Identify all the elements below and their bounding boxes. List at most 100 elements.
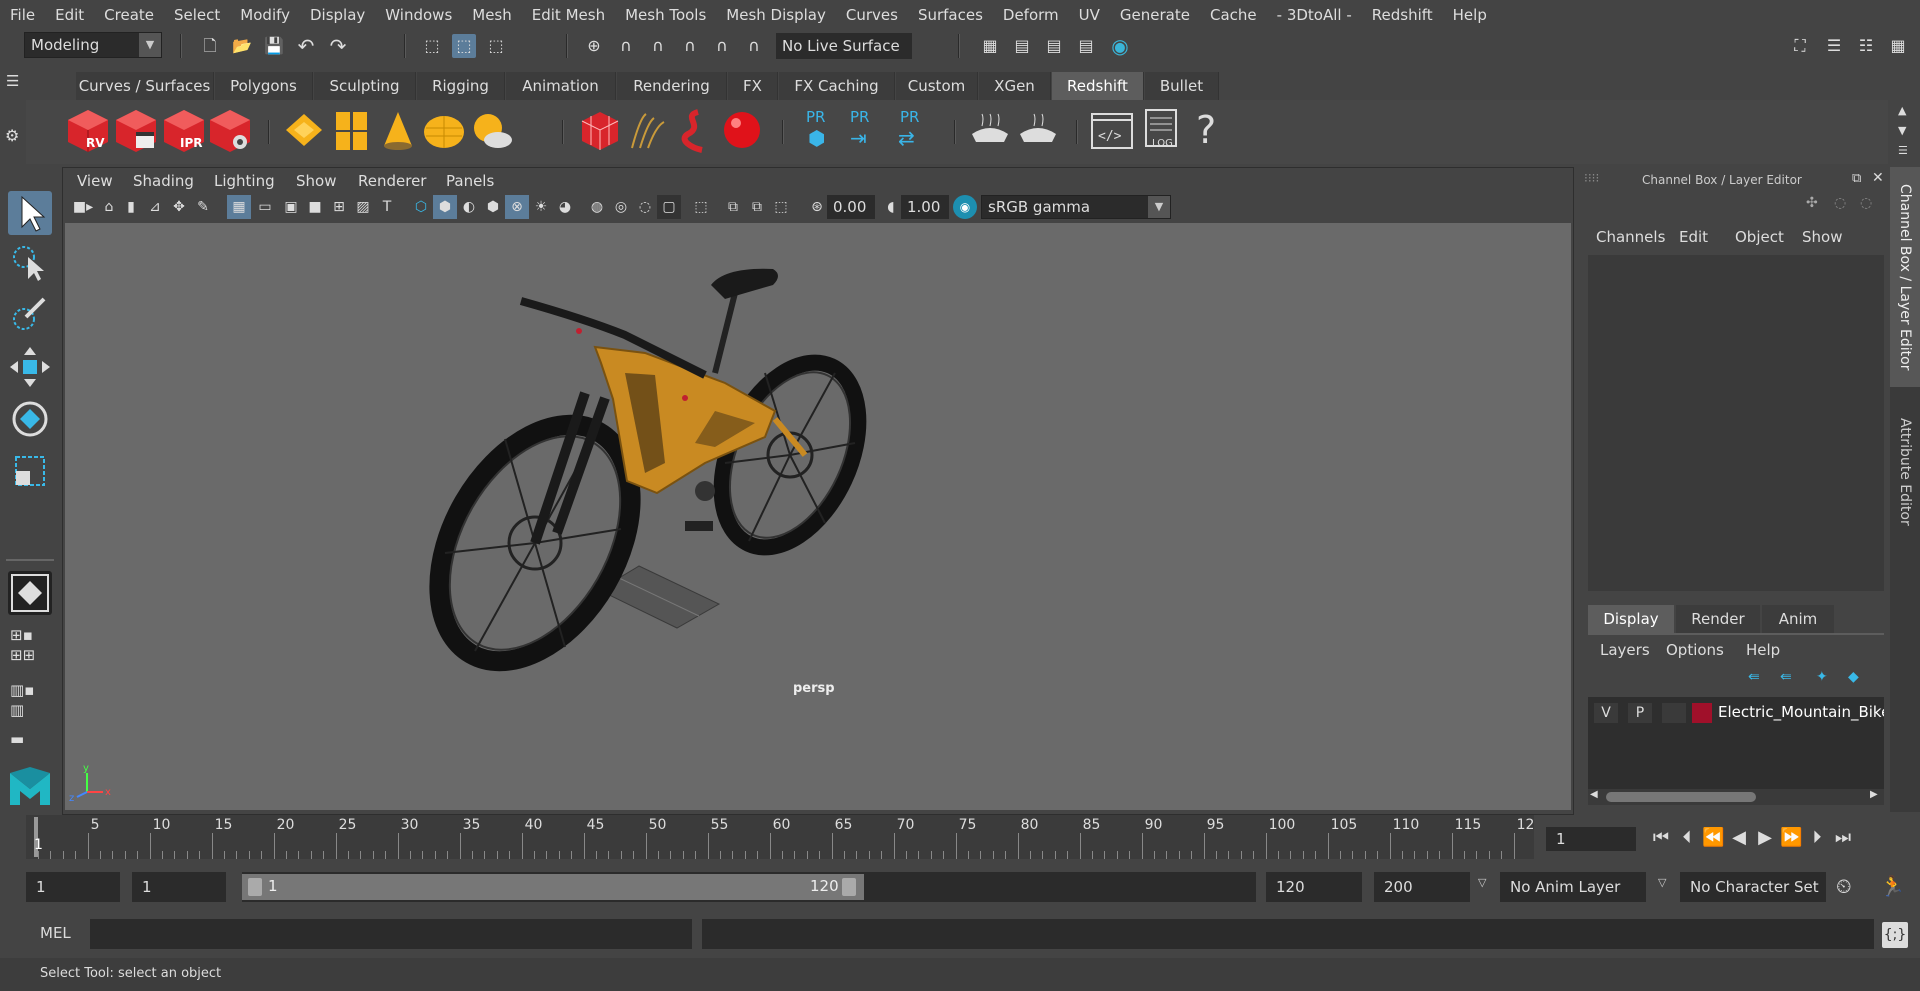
- film-gate-icon[interactable]: ▭: [253, 195, 277, 219]
- depth-of-field-icon[interactable]: ◌: [633, 195, 657, 219]
- scroll-thumb[interactable]: [1606, 792, 1756, 802]
- save-scene-icon[interactable]: 💾: [262, 34, 286, 58]
- character-set-field[interactable]: No Character Set: [1680, 872, 1826, 902]
- menu-edit-mesh[interactable]: Edit Mesh: [522, 0, 615, 30]
- gamma-icon[interactable]: ◖: [879, 195, 903, 219]
- layout-persp-icon[interactable]: ▬: [10, 730, 24, 748]
- range-slider-handle[interactable]: 1 120: [242, 874, 864, 900]
- hyper-icon[interactable]: ◌: [1860, 195, 1872, 211]
- backface-icon[interactable]: ⬚: [769, 195, 793, 219]
- shelf-tab-animation[interactable]: Animation: [506, 72, 616, 100]
- gate-mask-icon[interactable]: ■: [303, 195, 327, 219]
- xray-joints-icon[interactable]: ⧉: [721, 195, 745, 219]
- range-end-grip[interactable]: [842, 878, 856, 896]
- snap-view-icon[interactable]: ∩: [678, 34, 702, 58]
- menu-redshift[interactable]: Redshift: [1362, 0, 1443, 30]
- play-backwards-icon[interactable]: ◀: [1728, 827, 1750, 849]
- live-surface-field[interactable]: No Live Surface: [776, 33, 912, 59]
- panel-menu-shading[interactable]: Shading: [133, 172, 194, 190]
- rs-sun-sky-button[interactable]: [470, 108, 514, 154]
- menu-generate[interactable]: Generate: [1110, 0, 1200, 30]
- layer-help-menu[interactable]: Help: [1746, 641, 1780, 659]
- playback-end-field[interactable]: 120: [1266, 872, 1362, 902]
- live-surface-icon[interactable]: ∩: [742, 34, 766, 58]
- range-slider-track[interactable]: 1 120: [242, 872, 1256, 902]
- rs-ipr-button[interactable]: IPR: [162, 108, 206, 154]
- menu-3dtoall[interactable]: - 3DtoAll -: [1267, 0, 1362, 30]
- shelf-tab-fx-caching[interactable]: FX Caching: [779, 72, 895, 100]
- field-chart-icon[interactable]: ⊞: [327, 195, 351, 219]
- menu-mesh-tools[interactable]: Mesh Tools: [615, 0, 716, 30]
- menu-display[interactable]: Display: [300, 0, 375, 30]
- new-layer-selected-icon[interactable]: ◆: [1848, 669, 1859, 685]
- shelf-menu-icon[interactable]: ☰: [1898, 144, 1908, 157]
- step-forward-frame-icon[interactable]: ⏵: [1806, 827, 1828, 849]
- wireframe-icon[interactable]: ⬡: [409, 195, 433, 219]
- open-scene-icon[interactable]: 📂: [230, 34, 254, 58]
- script-editor-icon[interactable]: {;}: [1882, 922, 1908, 948]
- shelf-menu-icon[interactable]: ☰: [6, 72, 19, 90]
- layer-scrollbar[interactable]: ◀ ▶: [1588, 789, 1884, 805]
- rs-area-light-button[interactable]: [282, 108, 326, 154]
- layer-name[interactable]: Electric_Mountain_Bike: [1718, 703, 1884, 721]
- snap-curve-icon[interactable]: ∩: [614, 34, 638, 58]
- panel-menu-show[interactable]: Show: [296, 172, 336, 190]
- shelf-tab-rendering[interactable]: Rendering: [617, 72, 727, 100]
- rs-spot-light-button[interactable]: [376, 108, 420, 154]
- rs-volume-button[interactable]: [674, 108, 718, 154]
- script-editor-button[interactable]: </>: [1090, 108, 1134, 154]
- shelf-tab-bullet[interactable]: Bullet: [1145, 72, 1219, 100]
- wireframe-on-shaded-icon[interactable]: ◐: [457, 195, 481, 219]
- lasso-tool-button[interactable]: [8, 241, 52, 285]
- drag-handle-icon[interactable]: ⁝⁝⁝⁝: [1584, 171, 1599, 185]
- motion-blur-icon[interactable]: ◍: [585, 195, 609, 219]
- scale-tool-button[interactable]: [8, 449, 52, 493]
- camera-attributes-icon[interactable]: ⌂: [97, 195, 121, 219]
- select-component-icon[interactable]: ⬚: [484, 34, 508, 58]
- play-forwards-icon[interactable]: ▶: [1754, 827, 1776, 849]
- menu-cache[interactable]: Cache: [1200, 0, 1267, 30]
- toggle-attribute-editor-icon[interactable]: ☷: [1854, 34, 1878, 58]
- menu-deform[interactable]: Deform: [993, 0, 1069, 30]
- workspace-dropdown[interactable]: Modeling ▼: [24, 32, 162, 58]
- show-menu[interactable]: Show: [1802, 228, 1842, 246]
- shelf-tab-custom[interactable]: Custom: [896, 72, 978, 100]
- shelf-tab-sculpting[interactable]: Sculpting: [314, 72, 416, 100]
- exposure-field[interactable]: 0.00: [827, 195, 875, 219]
- select-tool-button[interactable]: [8, 191, 52, 235]
- isolate-icon[interactable]: ▢: [657, 195, 681, 219]
- chevron-down-icon[interactable]: ▽: [1478, 876, 1486, 889]
- use-all-lights-icon[interactable]: ⊗: [505, 195, 529, 219]
- shelf-tab-polygons[interactable]: Polygons: [215, 72, 313, 100]
- 3d-viewport[interactable]: y x z persp: [65, 223, 1571, 810]
- grease-pencil-icon[interactable]: ✎: [191, 195, 215, 219]
- chevron-right-icon[interactable]: ▶: [1870, 789, 1878, 800]
- menu-windows[interactable]: Windows: [375, 0, 462, 30]
- tab-render[interactable]: Render: [1676, 605, 1760, 633]
- menu-uv[interactable]: UV: [1069, 0, 1110, 30]
- shelf-tab-redshift[interactable]: Redshift: [1052, 72, 1144, 100]
- animation-preferences-icon[interactable]: 🏃: [1880, 874, 1905, 898]
- xray-components-icon[interactable]: ⧉: [745, 195, 769, 219]
- side-tab-attribute-editor[interactable]: Attribute Editor: [1890, 397, 1920, 547]
- layout-outliner-icon[interactable]: ▥▪ ▥: [10, 680, 34, 720]
- bake-options-button[interactable]: [1016, 108, 1060, 154]
- channel-list[interactable]: [1588, 255, 1884, 591]
- move-layer-up-icon[interactable]: ⇚: [1748, 669, 1760, 685]
- options-menu[interactable]: Options: [1666, 641, 1724, 659]
- chevron-up-icon[interactable]: ▲: [1898, 104, 1906, 117]
- time-slider[interactable]: 5 10 15 20 25 30 35 40 45 50 55 60 65 70 75 80 85 90 95 100…: [26, 815, 1534, 859]
- shelf-settings-icon[interactable]: ⚙: [5, 126, 19, 145]
- gamma-field[interactable]: 1.00: [901, 195, 949, 219]
- menu-file[interactable]: File: [0, 0, 45, 30]
- render-view-icon[interactable]: ▦: [978, 34, 1002, 58]
- edit-menu[interactable]: Edit: [1679, 228, 1708, 246]
- rs-dome-light-grid-button[interactable]: [330, 108, 374, 154]
- snap-surface-icon[interactable]: ∩: [710, 34, 734, 58]
- snap-point-icon[interactable]: ∩: [646, 34, 670, 58]
- anti-aliasing-icon[interactable]: ◎: [609, 195, 633, 219]
- toggle-tool-settings-icon[interactable]: ▦: [1886, 34, 1910, 58]
- exposure-icon[interactable]: ⊛: [805, 195, 829, 219]
- side-tab-channel-box[interactable]: Channel Box / Layer Editor: [1890, 167, 1920, 387]
- menu-curves[interactable]: Curves: [836, 0, 908, 30]
